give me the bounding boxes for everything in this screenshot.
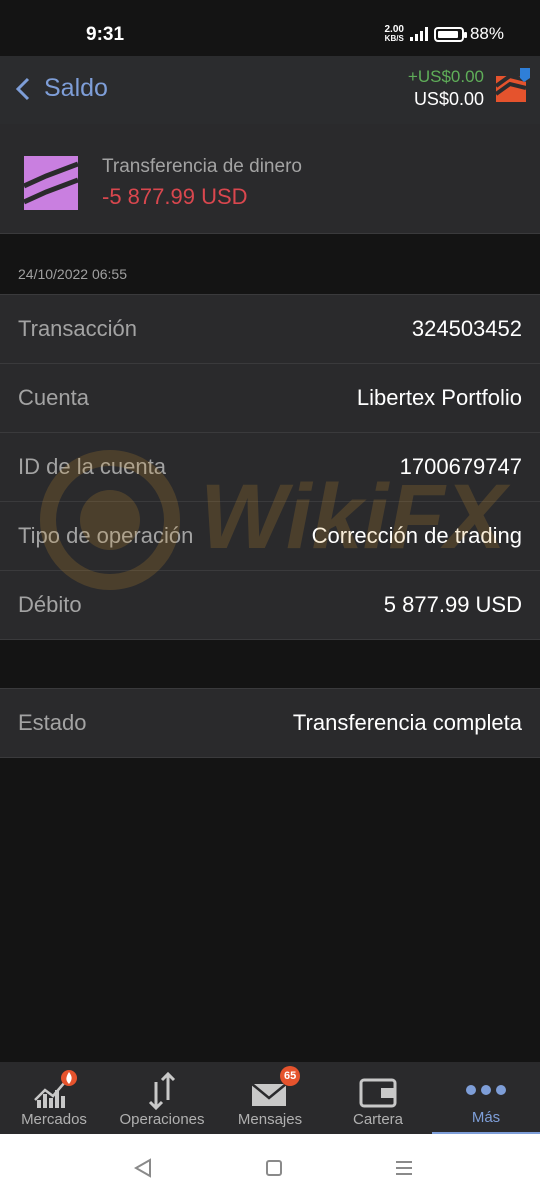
transfer-label: Transferencia de dinero xyxy=(102,156,302,177)
brand-logo-icon[interactable] xyxy=(494,68,530,104)
nav-item-markets[interactable]: Mercados xyxy=(0,1062,108,1134)
net-speed-unit: KB/S xyxy=(384,34,404,43)
net-speed-value: 2.00 xyxy=(384,24,404,35)
chevron-left-icon xyxy=(15,77,30,100)
battery-percent: 88% xyxy=(469,24,504,43)
detail-label: ID de la cuenta xyxy=(18,454,166,479)
transfer-summary: Transferencia de dinero -5 877.99 USD xyxy=(0,124,540,234)
detail-value: 5 877.99 USD xyxy=(383,592,522,617)
system-nav-bar xyxy=(0,1134,540,1200)
nav-label: Cartera xyxy=(352,1111,404,1128)
status-value: Transferencia completa xyxy=(292,710,522,735)
nav-item-operations[interactable]: Operaciones xyxy=(108,1062,216,1134)
detail-row-status: Estado Transferencia completa xyxy=(0,689,540,758)
balance-display[interactable]: +US$0.00 US$0.00 xyxy=(408,66,484,110)
detail-row-transaction: Transacción 324503452 xyxy=(0,295,540,364)
more-dots-icon xyxy=(466,1085,506,1095)
status-section: Estado Transferencia completa xyxy=(0,688,540,758)
status-indicators: 2.00 KB/S 88% xyxy=(385,24,505,44)
detail-label: Débito xyxy=(18,592,82,617)
home-square-icon[interactable] xyxy=(262,1156,286,1180)
detail-value: 324503452 xyxy=(411,316,522,341)
messages-badge: 65 xyxy=(280,1066,301,1086)
detail-value: Libertex Portfolio xyxy=(356,385,522,410)
network-speed: 2.00 KB/S xyxy=(384,24,404,44)
bottom-nav: Mercados Operaciones 65 Mensajes Cartera xyxy=(0,1062,540,1134)
status-bar: 9:31 2.00 KB/S 88% xyxy=(0,0,540,56)
balance-value: US$0.00 xyxy=(413,89,484,109)
updown-arrows-icon xyxy=(148,1071,176,1110)
detail-label: Tipo de operación xyxy=(18,523,194,548)
details-list: Transacción 324503452 Cuenta Libertex Po… xyxy=(0,294,540,640)
markets-fire-icon xyxy=(34,1070,77,1108)
nav-label: Operaciones xyxy=(119,1111,205,1128)
transaction-date: 24/10/2022 06:55 xyxy=(18,266,127,282)
date-row: 24/10/2022 06:55 xyxy=(0,234,540,294)
nav-label: Mensajes xyxy=(237,1111,303,1128)
app-header: Saldo +US$0.00 US$0.00 xyxy=(0,56,540,124)
detail-label: Cuenta xyxy=(18,385,89,410)
wallet-icon xyxy=(359,1078,397,1108)
transfer-amount: -5 877.99 USD xyxy=(102,184,248,209)
signal-icon xyxy=(409,27,428,41)
page-title: Saldo xyxy=(44,74,108,102)
detail-value: 1700679747 xyxy=(399,454,522,479)
detail-value: Corrección de trading xyxy=(311,523,522,548)
transfer-icon xyxy=(24,156,78,210)
balance-change: +US$0.00 xyxy=(407,67,484,86)
nav-label: Más xyxy=(471,1109,501,1126)
nav-item-more[interactable]: Más xyxy=(432,1062,540,1134)
nav-item-messages[interactable]: 65 Mensajes xyxy=(216,1062,324,1134)
detail-row-account: Cuenta Libertex Portfolio xyxy=(0,364,540,433)
detail-label: Transacción xyxy=(18,316,138,341)
back-button[interactable]: Saldo xyxy=(14,74,108,103)
detail-row-debit: Débito 5 877.99 USD xyxy=(0,571,540,640)
battery-icon xyxy=(433,26,467,42)
menu-lines-icon[interactable] xyxy=(392,1156,416,1180)
detail-row-operation-type: Tipo de operación Corrección de trading xyxy=(0,502,540,571)
nav-label: Mercados xyxy=(21,1111,87,1128)
back-triangle-icon[interactable] xyxy=(132,1156,156,1180)
status-time: 9:31 xyxy=(86,24,125,45)
detail-row-account-id: ID de la cuenta 1700679747 xyxy=(0,433,540,502)
status-label: Estado xyxy=(18,710,87,735)
nav-item-wallet[interactable]: Cartera xyxy=(324,1062,432,1134)
